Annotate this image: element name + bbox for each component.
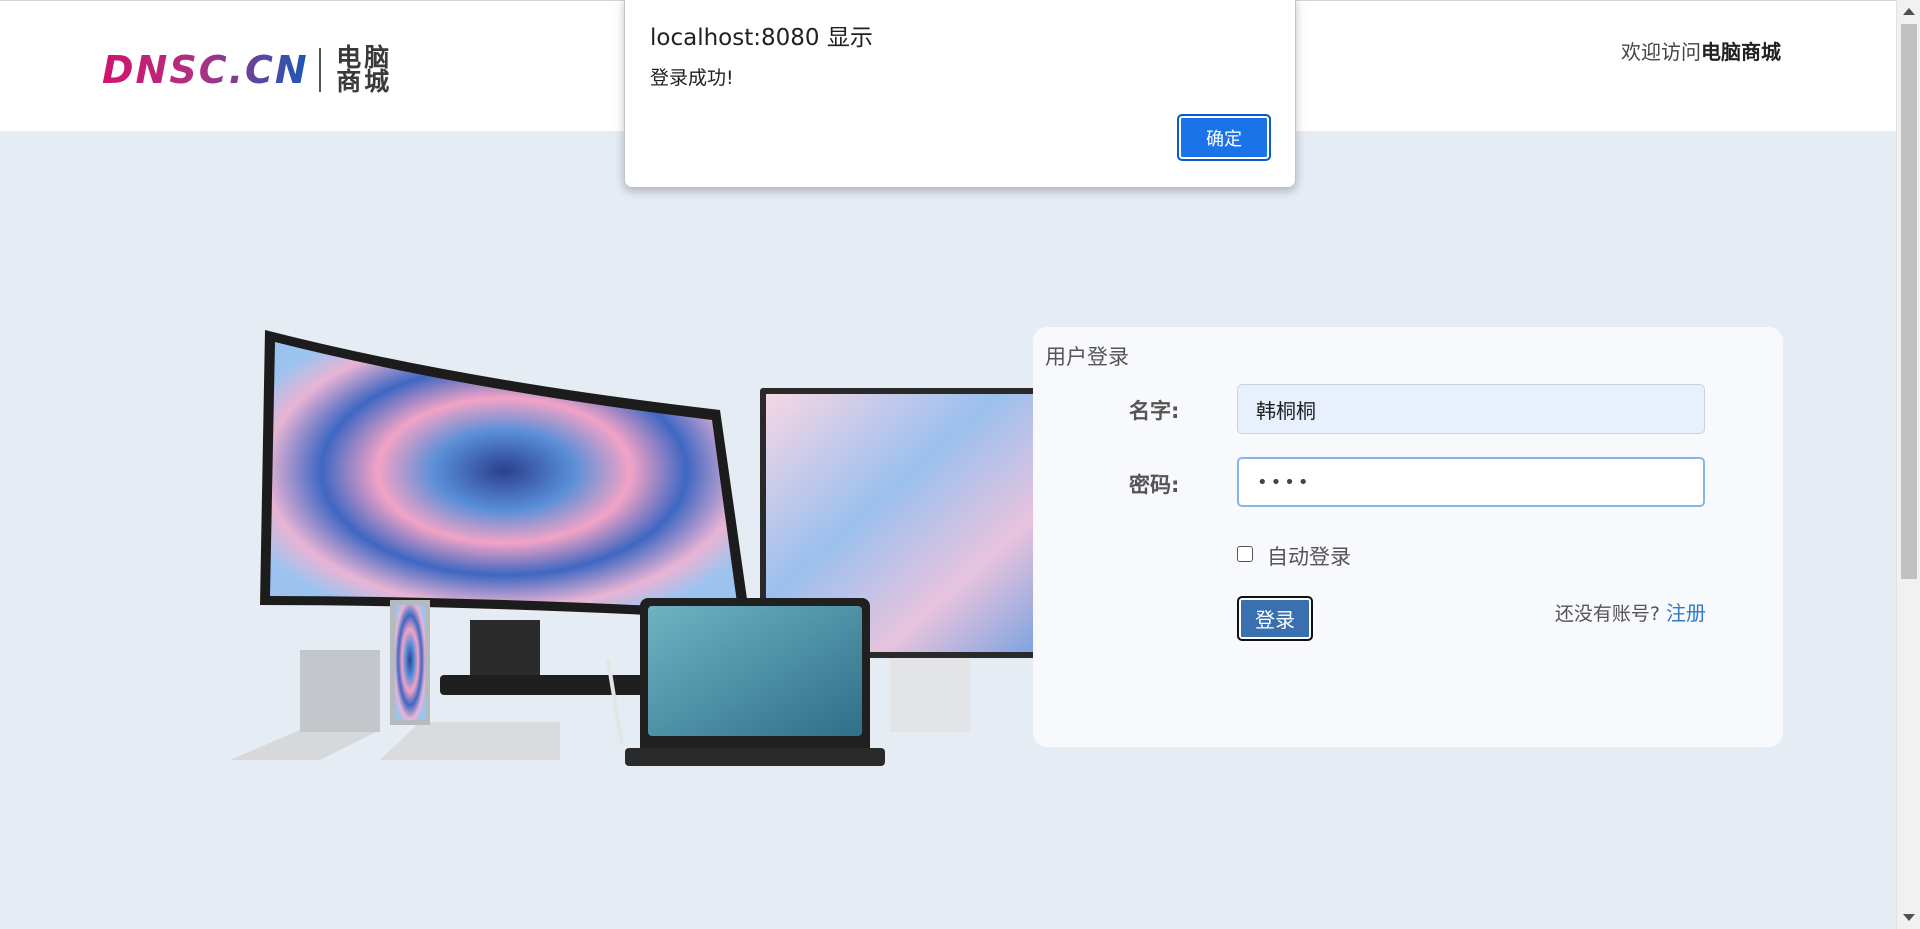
alert-dialog: localhost:8080 显示 登录成功! 确定: [624, 0, 1296, 188]
vertical-scrollbar[interactable]: [1896, 0, 1920, 929]
welcome-prefix: 欢迎访问: [1621, 40, 1701, 64]
register-link[interactable]: 注册: [1666, 601, 1706, 625]
logo-cn-char: 城: [364, 67, 390, 96]
login-panel: 用户登录 名字: 韩桐桐 密码: •••• 自动登录 登录 还没有账号? 注册: [1033, 327, 1783, 747]
password-input-value: ••••: [1257, 471, 1312, 493]
dialog-title: localhost:8080 显示: [650, 25, 873, 51]
logo-divider: [318, 48, 321, 92]
name-label: 名字:: [1129, 399, 1180, 423]
logo-cn-text: 电 脑 商 城: [335, 45, 391, 96]
login-button[interactable]: 登录: [1237, 596, 1313, 641]
computer-devices-image: [230, 330, 1050, 766]
scroll-down-arrow-icon[interactable]: [1903, 914, 1915, 921]
scroll-thumb[interactable]: [1901, 24, 1917, 579]
auto-login-checkbox[interactable]: [1237, 546, 1253, 562]
dialog-message: 登录成功!: [650, 67, 734, 89]
welcome-text: 欢迎访问电脑商城: [1621, 36, 1781, 65]
auto-login-label[interactable]: 自动登录: [1267, 541, 1351, 571]
logo-cn-char: 商: [336, 67, 362, 96]
password-label: 密码:: [1129, 473, 1180, 497]
no-account-text: 还没有账号?: [1554, 603, 1660, 625]
scroll-up-arrow-icon[interactable]: [1903, 8, 1915, 15]
name-input-value: 韩桐桐: [1256, 398, 1316, 423]
dialog-ok-button[interactable]: 确定: [1177, 114, 1271, 161]
register-prompt: 还没有账号? 注册: [1555, 597, 1706, 626]
name-input[interactable]: 韩桐桐: [1237, 384, 1705, 434]
password-input[interactable]: ••••: [1237, 457, 1705, 507]
logo-text: DNSC.CN: [102, 48, 309, 92]
site-logo[interactable]: DNSC.CN 电 脑 商 城: [102, 45, 391, 96]
welcome-site-name: 电脑商城: [1701, 40, 1781, 64]
login-panel-title: 用户登录: [1045, 345, 1129, 369]
